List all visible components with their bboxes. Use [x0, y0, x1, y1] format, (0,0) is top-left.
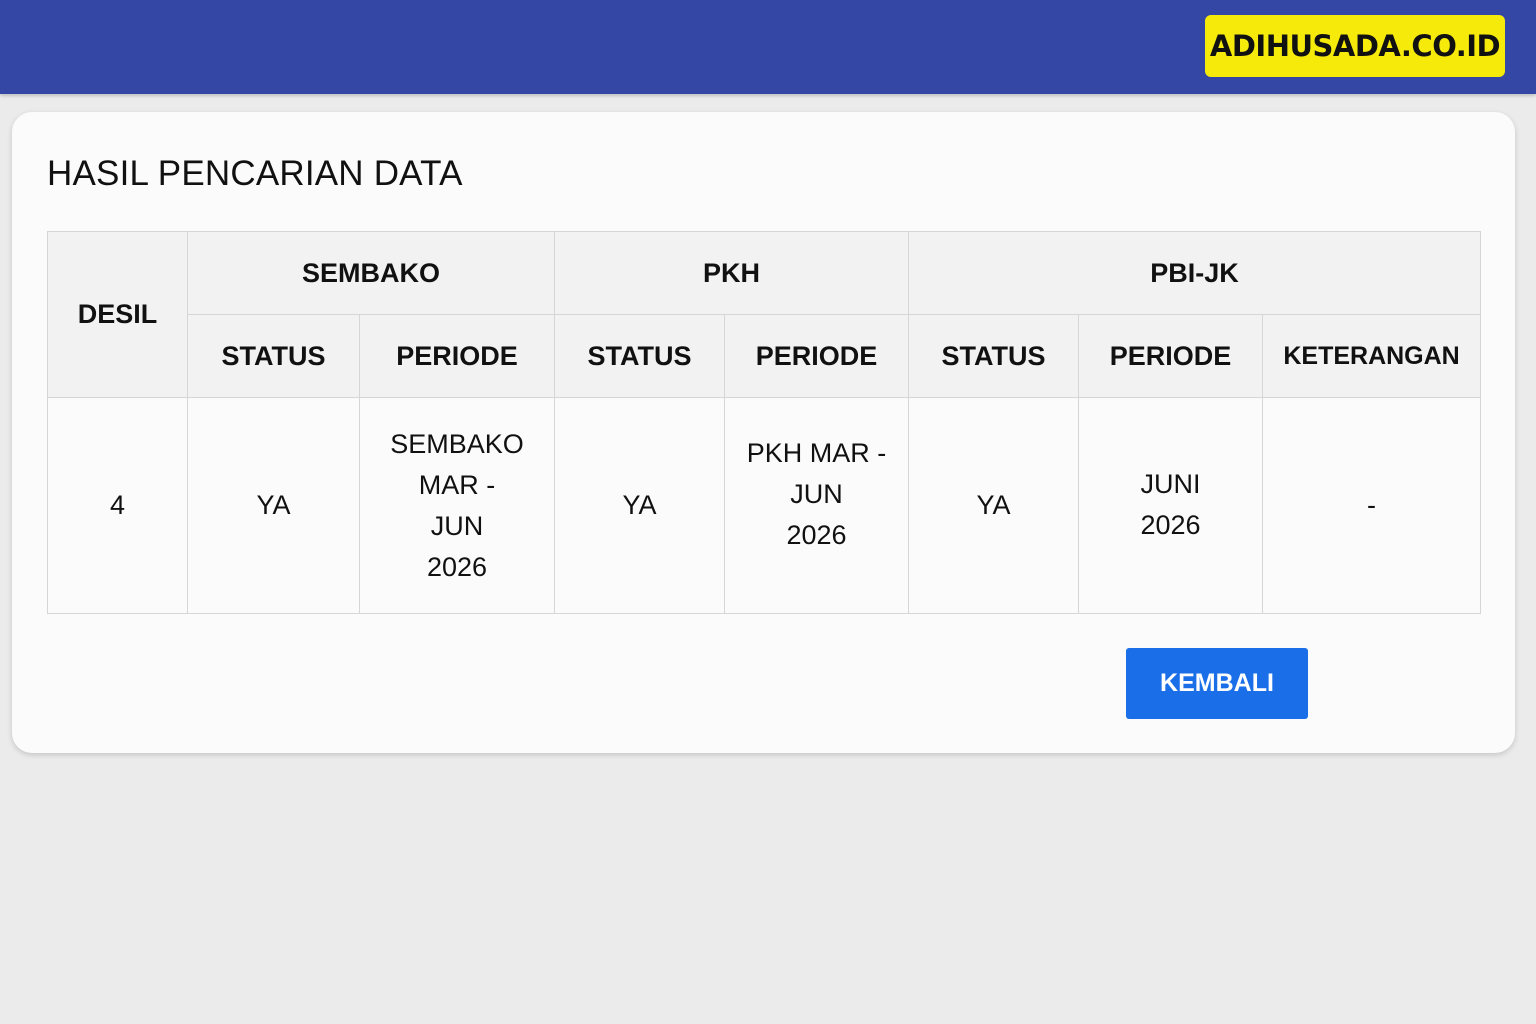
cell-pbi-periode: JUNI 2026: [1078, 397, 1264, 614]
pkh-periode-line: JUN: [790, 479, 843, 509]
pkh-periode-line: PKH MAR -: [746, 438, 887, 468]
cell-sembako-status: YA: [187, 397, 360, 614]
pbi-periode-line: 2026: [1140, 510, 1201, 540]
col-header-sembako-periode: PERIODE: [358, 314, 556, 398]
cell-keterangan: -: [1262, 397, 1482, 614]
pkh-periode-line: 2026: [786, 520, 847, 550]
table-header-row-sub: STATUS PERIODE STATUS PERIODE STATUS PER…: [48, 314, 1482, 398]
result-card: HASIL PENCARIAN DATA DESIL SEMBAKO PKH P…: [12, 112, 1515, 753]
cell-pkh-periode: PKH MAR - JUN 2026: [724, 397, 910, 614]
sembako-periode-line: 2026: [426, 551, 488, 582]
group-header-pkh: PKH: [554, 231, 910, 315]
pbi-periode-line: JUNI: [1140, 469, 1201, 499]
sembako-periode-line: MAR -: [418, 469, 496, 500]
cell-pkh-status: YA: [554, 397, 726, 614]
col-header-sembako-status: STATUS: [187, 314, 360, 398]
col-header-desil: DESIL: [47, 231, 188, 398]
sembako-periode-line: JUN: [430, 510, 484, 541]
cell-pbi-status: YA: [908, 397, 1080, 614]
group-header-pbi-jk: PBI-JK: [908, 231, 1482, 315]
result-table: DESIL SEMBAKO PKH PBI-JK STATUS PERIODE …: [47, 231, 1482, 614]
col-header-pkh-periode: PERIODE: [724, 314, 910, 398]
page-title: HASIL PENCARIAN DATA: [47, 154, 463, 193]
sembako-periode-line: SEMBAKO: [390, 428, 524, 459]
cell-desil: 4: [47, 397, 188, 614]
group-header-sembako: SEMBAKO: [186, 231, 556, 315]
col-header-keterangan: KETERANGAN: [1262, 314, 1482, 398]
table-header-row-groups: DESIL SEMBAKO PKH PBI-JK: [47, 231, 1482, 398]
col-header-pbi-status: STATUS: [908, 314, 1080, 398]
cell-sembako-periode: SEMBAKO MAR - JUN 2026: [358, 397, 556, 614]
top-navbar: ADIHUSADA.CO.ID: [0, 0, 1536, 94]
col-header-pkh-status: STATUS: [554, 314, 726, 398]
back-button[interactable]: KEMBALI: [1126, 648, 1308, 719]
col-header-pbi-periode: PERIODE: [1078, 314, 1264, 398]
table-row: 4 YA SEMBAKO MAR - JUN 2026 YA PKH MAR -…: [47, 397, 1482, 614]
site-brand-badge[interactable]: ADIHUSADA.CO.ID: [1205, 15, 1505, 77]
